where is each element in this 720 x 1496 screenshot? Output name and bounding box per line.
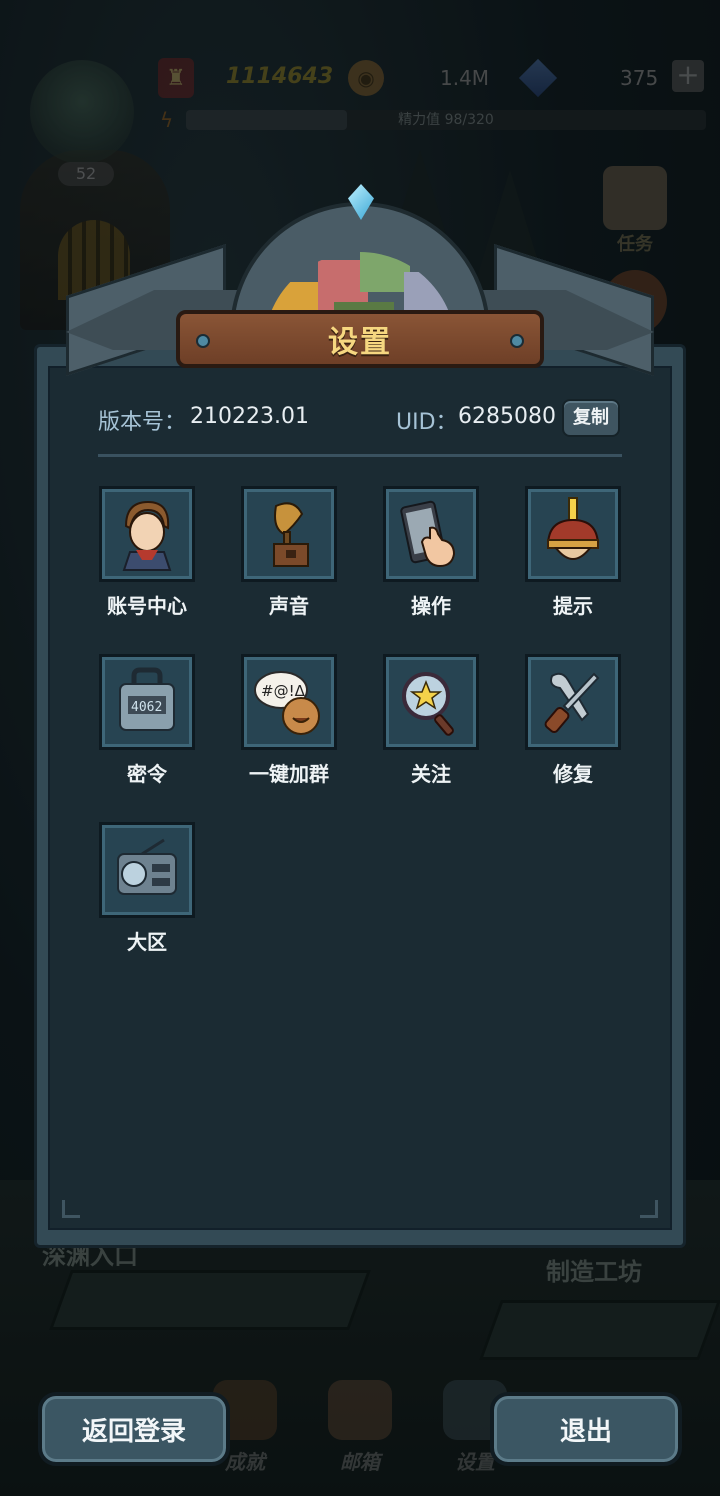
lockbox-icon: 4062 xyxy=(99,654,195,750)
follow-label: 关注 xyxy=(411,762,451,786)
account-center-label: 账号中心 xyxy=(107,594,187,618)
join-group-label: 一键加群 xyxy=(249,762,329,786)
gramophone-icon xyxy=(241,486,337,582)
repair-button[interactable]: 修复 xyxy=(513,654,633,794)
controls-button[interactable]: 操作 xyxy=(371,486,491,626)
uid-label: UID： xyxy=(396,410,458,435)
version-label: 版本号： xyxy=(98,410,187,435)
exit-label: 退出 xyxy=(559,1416,612,1447)
dialog-title-banner: 设置 xyxy=(176,310,544,368)
radio-icon xyxy=(99,822,195,918)
code-label: 密令 xyxy=(127,762,167,786)
version-value: 210223.01 xyxy=(190,404,309,429)
hints-button[interactable]: 提示 xyxy=(513,486,633,626)
code-button[interactable]: 4062 密令 xyxy=(87,654,207,794)
alert-helmet-icon xyxy=(525,486,621,582)
exit-button[interactable]: 退出 xyxy=(490,1392,682,1466)
sound-button[interactable]: 声音 xyxy=(229,486,349,626)
version-info-row: 版本号： 210223.01 UID： 6285080 复制 xyxy=(98,399,622,440)
copy-uid-button[interactable]: 复制 xyxy=(562,399,620,437)
repair-label: 修复 xyxy=(553,762,593,786)
account-avatar-icon xyxy=(99,486,195,582)
game-screen: 深渊入口 制造工坊 成就 邮箱 设置 任务 包心 52 ♜ 1114643 ◉ … xyxy=(0,0,720,1496)
chat-bubble-icon: #@!Δ xyxy=(241,654,337,750)
divider xyxy=(98,454,622,457)
svg-text:4062: 4062 xyxy=(131,700,162,715)
account-center-button[interactable]: 账号中心 xyxy=(87,486,207,626)
dialog-title: 设置 xyxy=(328,325,392,360)
wrench-screwdriver-icon xyxy=(525,654,621,750)
hints-label: 提示 xyxy=(553,594,593,618)
frame-corner xyxy=(640,1200,658,1218)
server-region-label: 大区 xyxy=(127,930,167,954)
back-to-login-label: 返回登录 xyxy=(81,1416,186,1447)
sound-label: 声音 xyxy=(269,594,309,618)
uid-value: 6285080 xyxy=(458,404,556,429)
magnifier-star-icon xyxy=(383,654,479,750)
controls-label: 操作 xyxy=(411,594,451,618)
frame-corner xyxy=(62,1200,80,1218)
back-to-login-button[interactable]: 返回登录 xyxy=(38,1392,230,1466)
phone-tap-icon xyxy=(383,486,479,582)
server-region-button[interactable]: 大区 xyxy=(87,822,207,962)
join-group-button[interactable]: #@!Δ 一键加群 xyxy=(229,654,349,794)
follow-button[interactable]: 关注 xyxy=(371,654,491,794)
settings-dialog xyxy=(34,344,686,1248)
